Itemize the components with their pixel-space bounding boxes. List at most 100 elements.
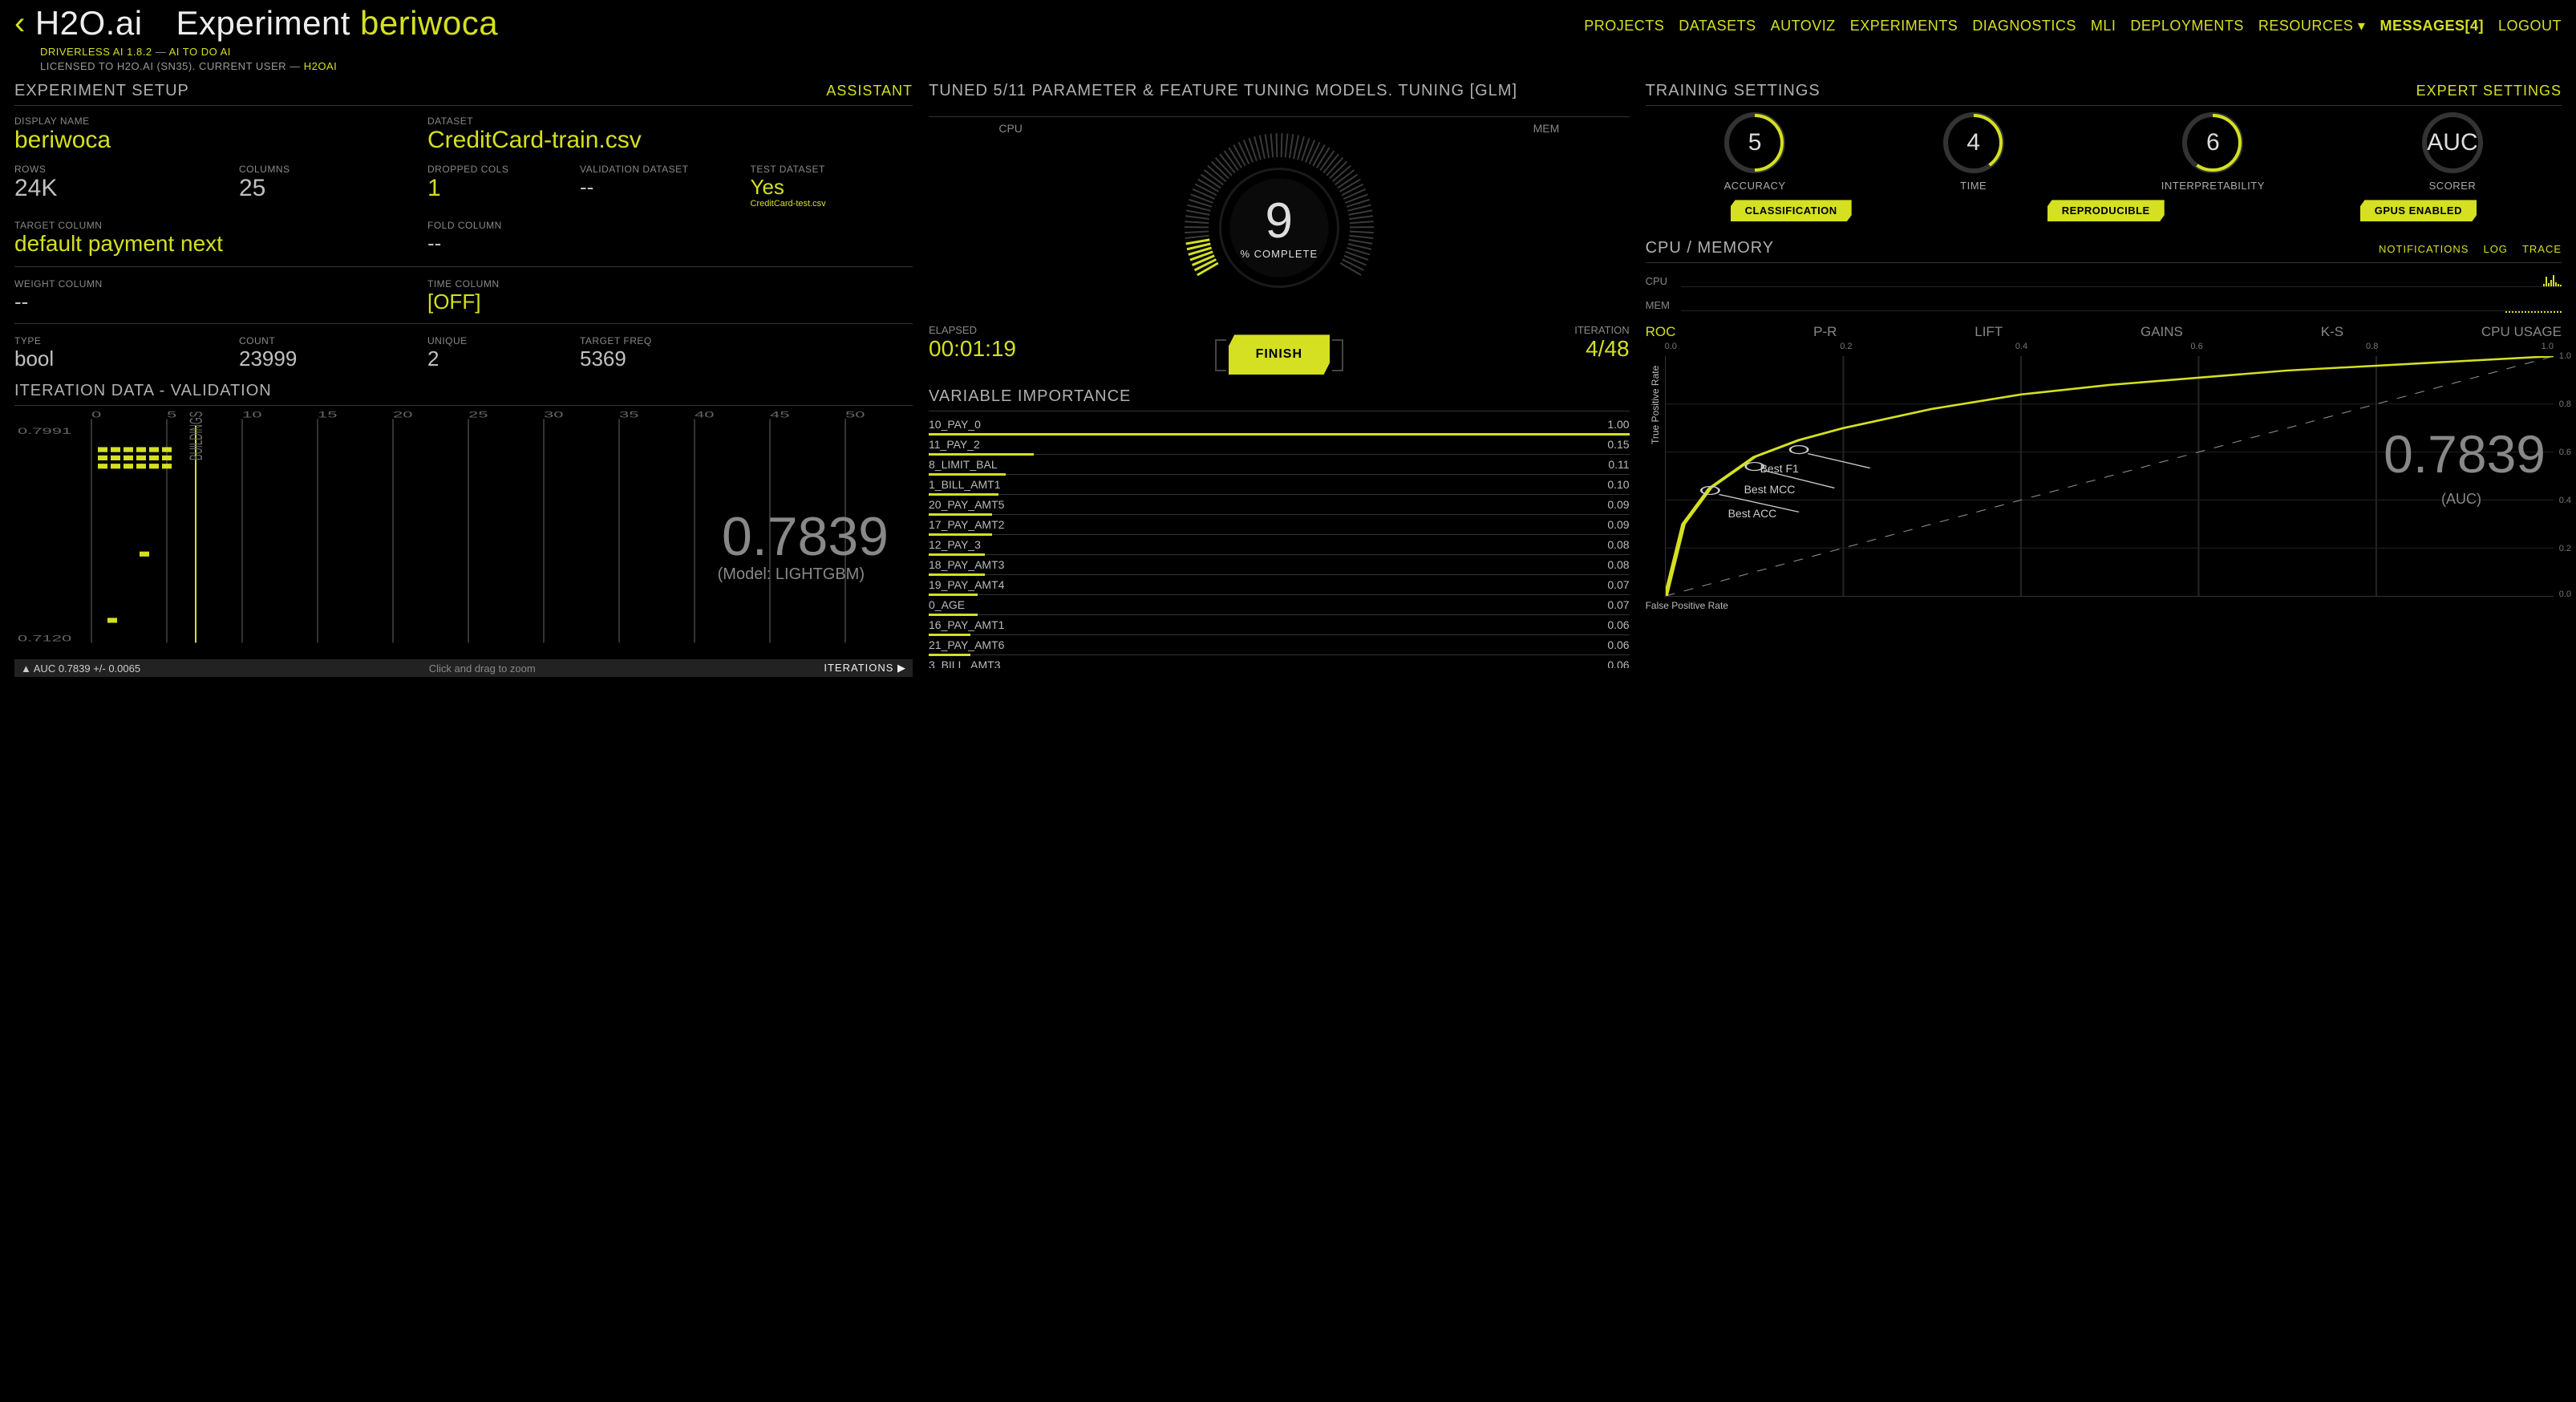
- vi-value: 0.09: [1607, 518, 1629, 531]
- roc-chart[interactable]: 0.7839 (AUC) Best F1 Best MCC Best ACC 1…: [1665, 356, 2554, 597]
- chart-tab-gains[interactable]: GAINS: [2141, 324, 2183, 340]
- chart-tab-k-s[interactable]: K-S: [2321, 324, 2343, 340]
- vi-value: 0.11: [1608, 458, 1629, 471]
- progress-percent-label: % COMPLETE: [1240, 248, 1318, 260]
- nav-resources[interactable]: RESOURCES: [2258, 18, 2366, 34]
- nav-mli[interactable]: MLI: [2091, 18, 2116, 34]
- nav-autoviz[interactable]: AUTOVIZ: [1771, 18, 1836, 34]
- vi-name: 19_PAY_AMT4: [929, 578, 1004, 591]
- expert-settings-link[interactable]: EXPERT SETTINGS: [2416, 83, 2562, 99]
- tag-reproducible[interactable]: REPRODUCIBLE: [2047, 200, 2165, 221]
- variable-importance-list: 10_PAY_0 1.00 11_PAY_20.158_LIMIT_BAL0.11 1…: [929, 411, 1630, 668]
- nav-logout[interactable]: LOGOUT: [2498, 18, 2562, 34]
- roc-score: 0.7839: [2384, 423, 2546, 484]
- vi-row: 16_PAY_AMT10.06: [929, 615, 1630, 635]
- vi-value: 1.00: [1607, 418, 1629, 431]
- vi-row: 8_LIMIT_BAL0.11: [929, 455, 1630, 475]
- test-dataset-value[interactable]: Yes: [750, 176, 913, 197]
- svg-text:0.7991: 0.7991: [18, 426, 71, 436]
- svg-text:45: 45: [770, 411, 789, 419]
- chart-tab-p-r[interactable]: P-R: [1813, 324, 1837, 340]
- type-label: TYPE: [14, 335, 231, 346]
- chart-tab-lift[interactable]: LIFT: [1975, 324, 2003, 340]
- svg-text:30: 30: [544, 411, 564, 419]
- tag-classification[interactable]: CLASSIFICATION: [1731, 200, 1852, 221]
- back-chevron-icon[interactable]: ‹: [14, 7, 26, 39]
- unique-value: 2: [427, 348, 572, 369]
- roc-xtick: 1.0: [2542, 342, 2554, 351]
- count-value: 23999: [239, 348, 419, 369]
- iteration-footer-hint: Click and drag to zoom: [156, 663, 808, 675]
- nav-deployments[interactable]: DEPLOYMENTS: [2130, 18, 2244, 34]
- roc-xtick: 0.0: [1665, 342, 1677, 351]
- type-value: bool: [14, 348, 231, 369]
- test-dataset-label: TEST DATASET: [750, 164, 913, 175]
- chart-tab-roc[interactable]: ROC: [1646, 324, 1676, 340]
- time-column-value[interactable]: [OFF]: [427, 291, 913, 312]
- finish-button[interactable]: FINISH: [1229, 334, 1330, 375]
- iteration-chart[interactable]: 05101520253035404550 0.7991 0.7120 BUILD…: [14, 411, 913, 659]
- product-tagline: AI TO DO AI: [169, 46, 231, 58]
- mem-gauge-label: MEM: [1533, 122, 1560, 135]
- dropped-label: DROPPED COLS: [427, 164, 572, 175]
- roc-annotation-mcc: Best MCC: [1744, 483, 1796, 496]
- vi-row: 18_PAY_AMT30.08: [929, 555, 1630, 575]
- target-column-value[interactable]: default payment next: [14, 233, 419, 255]
- iteration-footer-left: ▲ AUC 0.7839 +/- 0.0065: [21, 663, 140, 675]
- display-name-value[interactable]: beriwoca: [14, 128, 419, 152]
- vi-value: 0.08: [1607, 538, 1629, 551]
- roc-xtick: 0.4: [2015, 342, 2027, 351]
- validation-dataset-value[interactable]: --: [580, 176, 743, 197]
- iteration-score: 0.7839: [722, 505, 889, 568]
- roc-xtick: 0.6: [2190, 342, 2202, 351]
- dial-accuracy[interactable]: 5ACCURACY: [1724, 112, 1786, 192]
- cols-label: COLUMNS: [239, 164, 419, 175]
- brand-name[interactable]: H2O.ai: [35, 6, 143, 40]
- vi-value: 0.08: [1607, 558, 1629, 571]
- main-nav: PROJECTS DATASETS AUTOVIZ EXPERIMENTS DIAGNO…: [1584, 6, 2562, 34]
- weight-column-value[interactable]: --: [14, 291, 419, 312]
- dataset-value[interactable]: CreditCard-train.csv: [427, 128, 913, 152]
- assistant-link[interactable]: ASSISTANT: [826, 83, 913, 99]
- vi-name: 17_PAY_AMT2: [929, 518, 1004, 531]
- svg-text:40: 40: [695, 411, 715, 419]
- nav-datasets[interactable]: DATASETS: [1679, 18, 1756, 34]
- experiment-name-heading: beriwoca: [360, 6, 498, 40]
- svg-text:BUILDINGS: BUILDINGS: [186, 411, 206, 460]
- dial-scorer[interactable]: AUCSCORER: [2422, 112, 2483, 192]
- dial-time[interactable]: 4TIME: [1943, 112, 2004, 192]
- cpumem-link-log[interactable]: Log: [2483, 243, 2507, 255]
- nav-projects[interactable]: PROJECTS: [1584, 18, 1664, 34]
- license-user: H2OAI: [304, 60, 338, 72]
- nav-experiments[interactable]: EXPERIMENTS: [1850, 18, 1958, 34]
- roc-xtick: 0.8: [2366, 342, 2378, 351]
- vi-name: 11_PAY_2: [929, 438, 980, 451]
- vi-row: 21_PAY_AMT60.06: [929, 635, 1630, 655]
- vi-row: 11_PAY_20.15: [929, 435, 1630, 455]
- progress-dial: 9 % COMPLETE: [1175, 124, 1383, 332]
- rows-label: ROWS: [14, 164, 231, 175]
- target-freq-value: 5369: [580, 348, 913, 369]
- cpu-meter-row: CPU: [1646, 273, 2562, 287]
- vi-name: 16_PAY_AMT1: [929, 618, 1004, 631]
- fold-column-value[interactable]: --: [427, 233, 913, 253]
- vi-name: 0_AGE: [929, 598, 965, 611]
- cpumem-link-trace[interactable]: Trace: [2522, 243, 2562, 255]
- dataset-label: DATASET: [427, 115, 913, 127]
- nav-messages-4-[interactable]: MESSAGES[4]: [2380, 18, 2484, 34]
- tag-gpus-enabled[interactable]: GPUS ENABLED: [2360, 200, 2477, 221]
- chart-tab-cpu-usage[interactable]: CPU USAGE: [2481, 324, 2562, 340]
- progress-percent: 9: [1266, 197, 1293, 246]
- cpu-gauge-label: CPU: [998, 122, 1023, 135]
- vi-value: 0.06: [1607, 658, 1629, 668]
- vi-name: 10_PAY_0: [929, 418, 981, 431]
- vi-row: 0_AGE0.07: [929, 595, 1630, 615]
- dial-interpretability[interactable]: 6INTERPRETABILITY: [2161, 112, 2265, 192]
- nav-diagnostics[interactable]: DIAGNOSTICS: [1972, 18, 2076, 34]
- validation-dataset-label: VALIDATION DATASET: [580, 164, 743, 175]
- weight-column-label: WEIGHT COLUMN: [14, 278, 419, 290]
- dropped-value[interactable]: 1: [427, 176, 572, 201]
- iteration-footer-right[interactable]: ITERATIONS ▶: [824, 662, 906, 675]
- mem-meter-row: MEM: [1646, 297, 2562, 311]
- cpumem-link-notifications[interactable]: Notifications: [2379, 243, 2469, 255]
